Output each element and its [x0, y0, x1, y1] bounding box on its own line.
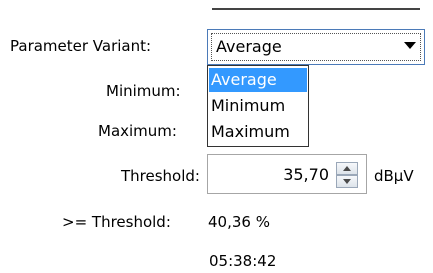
parameter-variant-select[interactable]: Average — [207, 29, 425, 65]
arrow-down-icon — [343, 179, 351, 184]
arrow-up-icon — [343, 166, 351, 171]
threshold-label: Threshold: — [121, 167, 200, 185]
minimum-label: Minimum: — [106, 82, 181, 100]
parameter-variant-value: Average — [216, 37, 282, 56]
parameter-variant-label: Parameter Variant: — [10, 37, 152, 55]
threshold-stepper[interactable]: 35,70 — [207, 154, 367, 194]
chevron-down-icon[interactable] — [404, 42, 416, 49]
threshold-unit: dBµV — [374, 167, 414, 185]
option-average[interactable]: Average — [209, 68, 307, 92]
option-minimum[interactable]: Minimum — [209, 94, 307, 118]
parameter-variant-dropdown: Average Minimum Maximum — [207, 65, 309, 147]
option-maximum[interactable]: Maximum — [209, 120, 307, 144]
above-threshold-label: >= Threshold: — [62, 213, 171, 231]
threshold-value: 35,70 — [283, 165, 329, 184]
increment-button[interactable] — [336, 162, 358, 175]
top-separator — [212, 8, 420, 10]
decrement-button[interactable] — [336, 175, 358, 188]
maximum-label: Maximum: — [98, 122, 177, 140]
above-threshold-value: 40,36 % — [208, 213, 270, 231]
duration-value: 05:38:42 — [209, 252, 277, 270]
